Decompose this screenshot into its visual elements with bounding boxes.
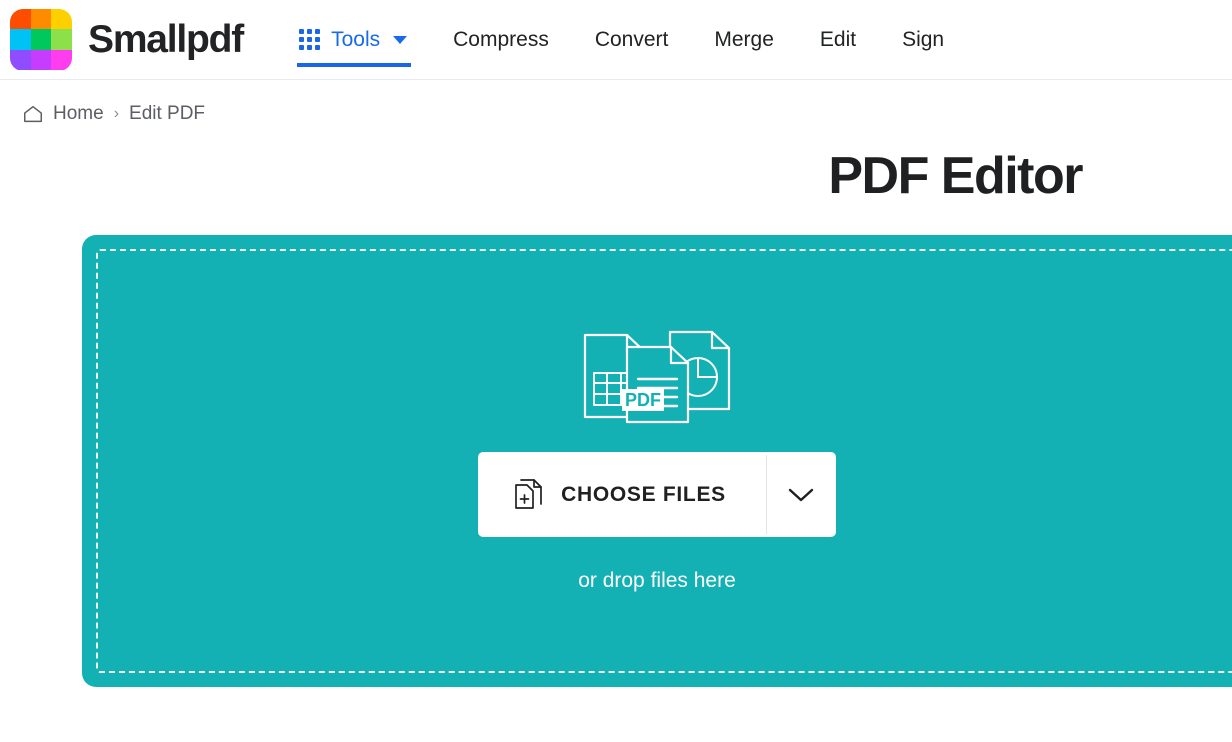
brand-name-text: Smallpdf (88, 18, 244, 61)
nav-item-convert[interactable]: Convert (595, 0, 669, 79)
nav-item-edit-label: Edit (819, 27, 857, 51)
drop-files-hint: or drop files here (578, 569, 736, 592)
nav-item-tools-label: Tools (331, 27, 381, 51)
add-file-icon (514, 478, 544, 511)
brand-name: Smallpdf (88, 18, 244, 61)
dropzone-content: PDF CHOOSE FILES or drop files here (82, 235, 1232, 687)
nav-item-sign[interactable]: Sign (902, 0, 944, 79)
file-dropzone[interactable]: PDF CHOOSE FILES or drop files here (82, 235, 1232, 687)
nav-item-compress[interactable]: Compress (453, 0, 549, 79)
home-icon (22, 103, 44, 125)
brand-logo[interactable]: Smallpdf (0, 0, 251, 79)
page-title: PDF Editor (828, 147, 1083, 205)
logo-cell (51, 49, 72, 71)
logo-cell (10, 49, 31, 71)
breadcrumb-current[interactable]: Edit PDF (129, 103, 205, 125)
choose-files-bar: CHOOSE FILES (478, 452, 836, 537)
logo-cell (30, 8, 52, 30)
choose-files-dropdown-button[interactable] (767, 452, 836, 537)
main-nav: Tools Compress Convert Merge Edit Sign (297, 0, 990, 79)
pdf-badge-label: PDF (625, 390, 661, 410)
logo-cell (30, 29, 52, 50)
breadcrumb-separator: › (113, 105, 120, 122)
site-header: Smallpdf Tools Compress Convert Merge Ed… (0, 0, 1232, 80)
logo-cell (10, 8, 31, 30)
apps-grid-icon (299, 29, 321, 50)
smallpdf-logo-icon (10, 8, 72, 71)
chevron-down-icon (787, 486, 815, 504)
nav-item-merge-label: Merge (714, 27, 774, 51)
choose-files-button[interactable]: CHOOSE FILES (478, 452, 766, 537)
breadcrumb-home[interactable]: Home (53, 103, 104, 125)
nav-item-merge[interactable]: Merge (714, 0, 774, 79)
logo-cell (51, 8, 72, 30)
page-title-row: PDF Editor (0, 128, 1232, 202)
choose-files-label: CHOOSE FILES (561, 482, 726, 506)
logo-cell (30, 49, 52, 71)
dropzone-wrap: PDF CHOOSE FILES or drop files here (0, 202, 1232, 687)
logo-cell (10, 29, 31, 50)
breadcrumb: Home › Edit PDF (0, 80, 1232, 128)
nav-item-compress-label: Compress (453, 27, 549, 51)
nav-item-tools[interactable]: Tools (297, 0, 412, 79)
nav-item-sign-label: Sign (902, 27, 945, 51)
nav-item-edit[interactable]: Edit (820, 0, 856, 79)
chevron-down-icon (393, 35, 408, 44)
pdf-documents-illustration: PDF (582, 329, 732, 430)
logo-cell (51, 29, 72, 50)
nav-item-convert-label: Convert (594, 27, 669, 51)
